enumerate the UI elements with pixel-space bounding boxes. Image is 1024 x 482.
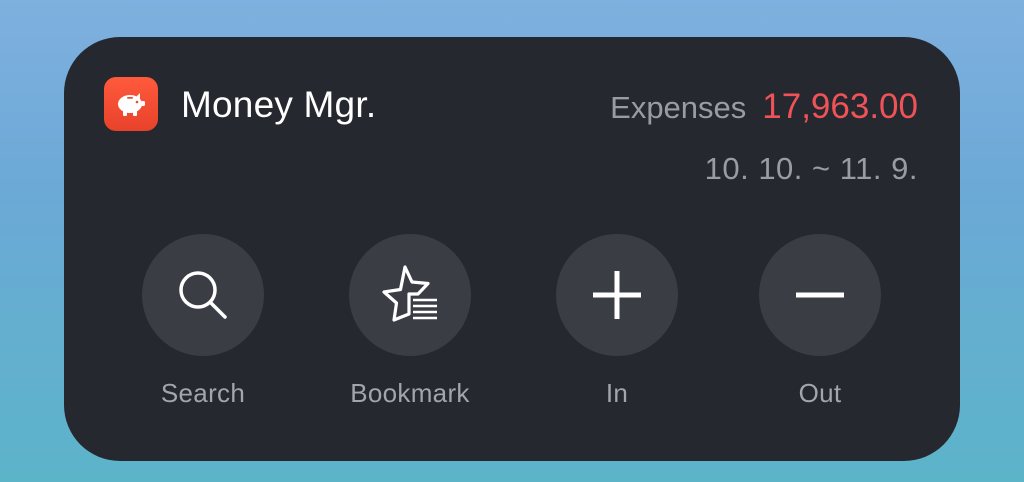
piggy-bank-icon xyxy=(104,77,158,131)
minus-icon xyxy=(796,292,844,298)
search-icon xyxy=(179,271,227,319)
outgo-label: Out xyxy=(798,378,842,408)
date-period: 10. 10. ~ 11. 9. xyxy=(704,151,918,186)
outgo-button-circle[interactable] xyxy=(759,234,881,356)
bookmark-label: Bookmark xyxy=(350,378,470,408)
search-label: Search xyxy=(160,378,246,408)
outgo-button[interactable]: Out xyxy=(730,234,910,408)
plus-icon xyxy=(593,271,641,319)
expenses-value: 17,963.00 xyxy=(762,87,918,126)
expenses-label: Expenses xyxy=(610,90,747,125)
income-button-circle[interactable] xyxy=(556,234,678,356)
search-button[interactable]: Search xyxy=(113,234,293,408)
action-buttons: Search Bookmark In Out xyxy=(64,234,960,414)
bookmark-star-icon xyxy=(382,265,437,322)
income-button[interactable]: In xyxy=(527,234,707,408)
search-button-circle[interactable] xyxy=(142,234,264,356)
bookmark-button-circle[interactable] xyxy=(349,234,471,356)
expenses-summary: Expenses 17,963.00 xyxy=(610,87,918,128)
app-name: Money Mgr. xyxy=(181,84,377,125)
money-widget[interactable]: Money Mgr. Expenses 17,963.00 10. 10. ~ … xyxy=(64,37,960,461)
bookmark-button[interactable]: Bookmark xyxy=(320,234,500,408)
income-label: In xyxy=(605,378,629,408)
